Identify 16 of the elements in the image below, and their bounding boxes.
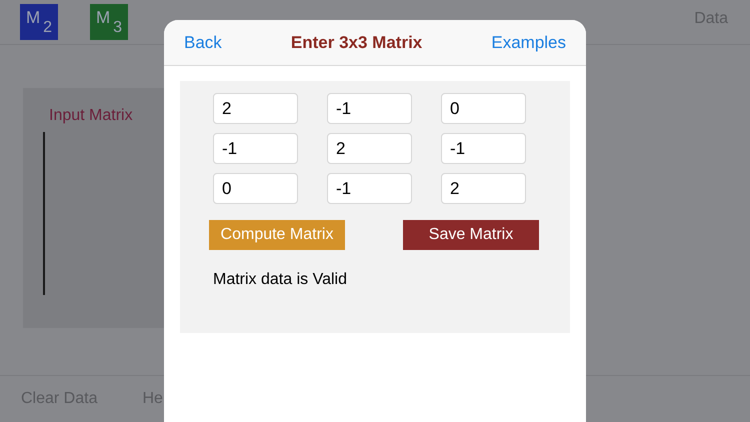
matrix-cell-input[interactable]: -1 [327,173,412,204]
examples-button[interactable]: Examples [491,30,566,56]
matrix-size-button[interactable]: M 2 [20,4,58,40]
status-message: Matrix data is Valid [213,270,348,290]
matrix-cell-input[interactable]: 2 [213,93,298,124]
matrix-cell-input[interactable]: -1 [213,133,298,164]
matrix-cell-input[interactable]: 0 [441,93,526,124]
back-button[interactable]: Back [184,30,222,56]
save-button[interactable]: Save Matrix [403,220,539,250]
matrix-cell-input[interactable]: -1 [441,133,526,164]
matrix-cell-input[interactable]: 2 [441,173,526,204]
matrix-cell-input[interactable]: -1 [327,93,412,124]
matrix-cell-input[interactable]: 2 [327,133,412,164]
matrix-cell-input[interactable]: 0 [213,173,298,204]
panel-title: Input Matrix [49,106,133,126]
dialog-title: Enter 3x3 Matrix [290,32,422,54]
